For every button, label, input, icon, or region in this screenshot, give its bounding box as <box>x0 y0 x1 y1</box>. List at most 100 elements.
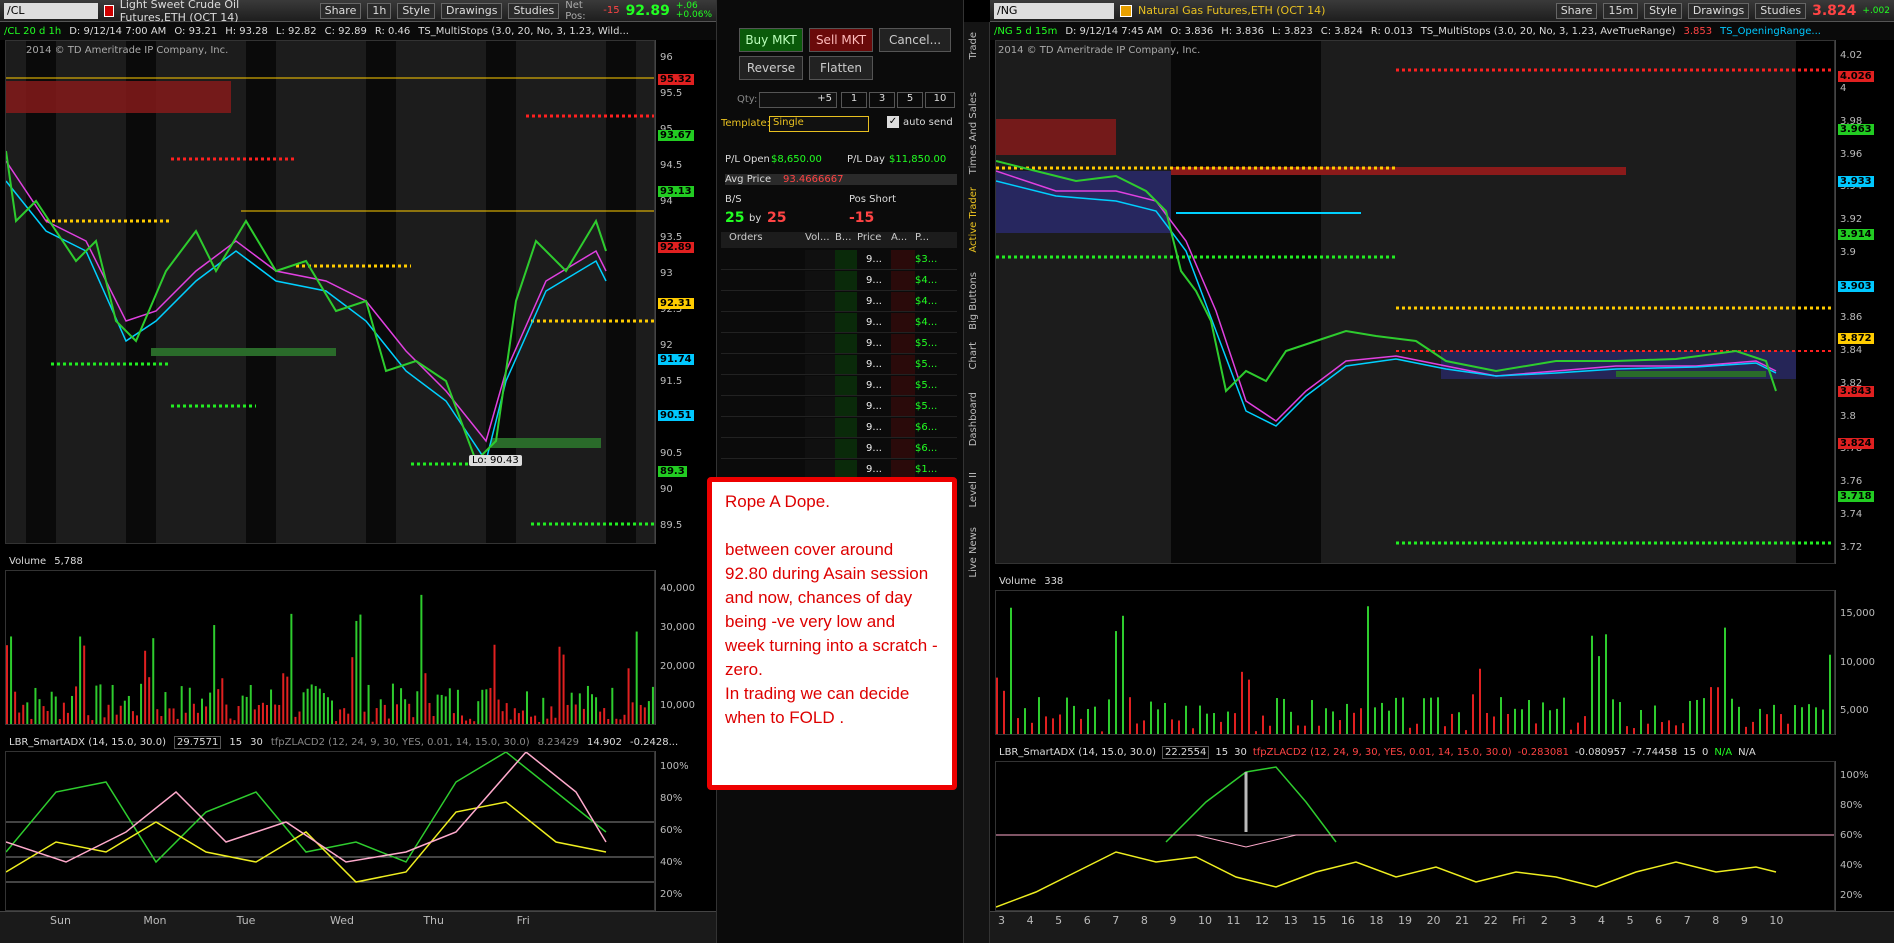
left-style-button[interactable]: Style <box>397 2 435 19</box>
right-symbol-link-icon[interactable] <box>1120 4 1132 17</box>
bs-a: 25 <box>725 210 745 226</box>
ladder-bid-cell[interactable] <box>835 250 857 269</box>
right-z2: -0.080957 <box>1574 746 1627 758</box>
buy-mkt-button[interactable]: Buy MKT <box>739 28 803 52</box>
volume-bar <box>542 697 545 724</box>
left-drawings-button[interactable]: Drawings <box>440 2 503 19</box>
left-copyright: 2014 © TD Ameritrade IP Company, Inc. <box>26 45 229 56</box>
symbol-link-icon[interactable] <box>103 4 114 17</box>
qty-input[interactable]: +5 <box>759 92 837 108</box>
right-adx-pane[interactable] <box>995 761 1835 911</box>
ladder-vol-cell <box>805 271 835 290</box>
ladder-orders-cell[interactable] <box>721 250 805 269</box>
ladder-orders-cell[interactable] <box>721 271 805 290</box>
ladder-ask-cell[interactable] <box>891 418 915 437</box>
ladder-ask-cell[interactable] <box>891 292 915 311</box>
tab-dashboard[interactable]: Dashboard <box>968 392 979 446</box>
left-price-pane[interactable]: 2014 © TD Ameritrade IP Company, Inc. Lo… <box>5 40 655 544</box>
price-tick-label: 4 <box>1840 83 1847 95</box>
left-time-axis[interactable]: Sun Mon Tue Wed Thu Fri <box>0 911 716 943</box>
ladder-ask-cell[interactable] <box>891 334 915 353</box>
ladder-ask-cell[interactable] <box>891 250 915 269</box>
ladder-orders-cell[interactable] <box>721 334 805 353</box>
right-drawings-button[interactable]: Drawings <box>1687 2 1750 19</box>
left-price-axis[interactable]: 9695.59594.59493.59392.59291.59190.59089… <box>655 40 715 544</box>
col-price[interactable]: Price <box>857 232 891 248</box>
ladder-bid-cell[interactable] <box>835 376 857 395</box>
ladder-row[interactable]: 9... $5... <box>721 355 957 375</box>
tab-times-and-sales[interactable]: Times And Sales <box>968 92 979 174</box>
qty-opt-5[interactable]: 5 <box>897 92 923 108</box>
ladder-orders-cell[interactable] <box>721 397 805 416</box>
ladder-orders-cell[interactable] <box>721 376 805 395</box>
ladder-ask-cell[interactable] <box>891 376 915 395</box>
tab-level-ii[interactable]: Level II <box>968 472 979 507</box>
sell-mkt-button[interactable]: Sell MKT <box>809 28 873 52</box>
ladder-bid-cell[interactable] <box>835 292 857 311</box>
ladder-row[interactable]: 9... $5... <box>721 397 957 417</box>
ladder-row[interactable]: 9... $6... <box>721 418 957 438</box>
ladder-bid-cell[interactable] <box>835 313 857 332</box>
ladder-row[interactable]: 9... $4... <box>721 292 957 312</box>
col-vol[interactable]: Vol... <box>805 232 835 248</box>
left-adx-pane[interactable] <box>5 751 655 911</box>
ladder-ask-cell[interactable] <box>891 313 915 332</box>
left-volume-pane[interactable] <box>5 570 655 725</box>
ladder-ask-cell[interactable] <box>891 439 915 458</box>
right-zlacd-label: tfpZLACD2 (12, 24, 9, 30, YES, 0.01, 14,… <box>1252 746 1512 758</box>
ladder-row[interactable]: 9... $5... <box>721 334 957 354</box>
ladder-row[interactable]: 9... $6... <box>721 439 957 459</box>
reverse-button[interactable]: Reverse <box>739 56 803 80</box>
ladder-row[interactable]: 9... $4... <box>721 271 957 291</box>
auto-send-checkbox[interactable]: ✓ <box>887 116 899 128</box>
qty-opt-1[interactable]: 1 <box>841 92 867 108</box>
ladder-orders-cell[interactable] <box>721 355 805 374</box>
ladder-bid-cell[interactable] <box>835 397 857 416</box>
ladder-bid-cell[interactable] <box>835 418 857 437</box>
net-pos-label: Net Pos: <box>565 0 586 22</box>
left-symbol-input[interactable]: /CL <box>4 2 98 19</box>
tab-chart[interactable]: Chart <box>968 342 979 369</box>
qty-opt-10[interactable]: 10 <box>925 92 955 108</box>
ladder-ask-cell[interactable] <box>891 355 915 374</box>
right-price-axis[interactable]: 4.0243.983.963.943.923.93.883.863.843.82… <box>1835 40 1894 564</box>
ladder-orders-cell[interactable] <box>721 292 805 311</box>
ladder-bid-cell[interactable] <box>835 439 857 458</box>
ladder-bid-cell[interactable] <box>835 355 857 374</box>
left-share-button[interactable]: Share <box>319 2 362 19</box>
tab-big-buttons[interactable]: Big Buttons <box>968 272 979 330</box>
template-select[interactable]: Single <box>769 116 869 132</box>
right-symbol-input[interactable]: /NG <box>994 2 1114 19</box>
right-studies-button[interactable]: Studies <box>1755 2 1807 19</box>
ladder-orders-cell[interactable] <box>721 418 805 437</box>
left-period-button[interactable]: 1h <box>367 2 392 19</box>
ladder-bid-cell[interactable] <box>835 271 857 290</box>
ladder-ask-cell[interactable] <box>891 397 915 416</box>
right-volume-pane[interactable] <box>995 590 1835 735</box>
col-bid[interactable]: B... <box>835 232 857 248</box>
ladder-row[interactable]: 9... $5... <box>721 376 957 396</box>
right-price-pane[interactable]: 2014 © TD Ameritrade IP Company, Inc. <box>995 40 1835 564</box>
tab-active-trader[interactable]: Active Trader <box>968 187 979 253</box>
ladder-orders-cell[interactable] <box>721 313 805 332</box>
tab-trade[interactable]: Trade <box>968 32 979 59</box>
col-orders[interactable]: Orders <box>721 232 805 248</box>
col-pl[interactable]: P... <box>915 232 937 248</box>
ladder-orders-cell[interactable] <box>721 439 805 458</box>
right-style-button[interactable]: Style <box>1644 2 1682 19</box>
tab-live-news[interactable]: Live News <box>968 527 979 578</box>
col-ask[interactable]: A... <box>891 232 915 248</box>
right-share-button[interactable]: Share <box>1555 2 1598 19</box>
right-time-axis[interactable]: 3 4 5 6 7 8 9 10 11 12 13 15 16 18 19 20 21 22 Fri 2 3 4 5 6 7 8 9… <box>990 911 1894 943</box>
ladder-row[interactable]: 9... $3... <box>721 250 957 270</box>
ladder-row[interactable]: 9... $4... <box>721 313 957 333</box>
qty-opt-3[interactable]: 3 <box>869 92 895 108</box>
ladder-ask-cell[interactable] <box>891 271 915 290</box>
ladder-bid-cell[interactable] <box>835 334 857 353</box>
flatten-button[interactable]: Flatten <box>809 56 873 80</box>
right-z4: 15 <box>1683 746 1696 758</box>
cancel-button[interactable]: Cancel... <box>879 28 951 52</box>
right-period-button[interactable]: 15m <box>1603 2 1639 19</box>
right-adx-axis: 100% 80% 60% 40% 20% <box>1835 761 1894 911</box>
left-studies-button[interactable]: Studies <box>508 2 560 19</box>
